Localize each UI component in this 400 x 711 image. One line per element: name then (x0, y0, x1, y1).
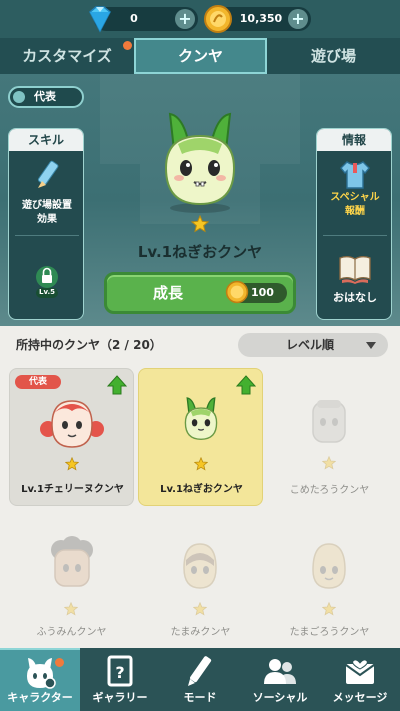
coin-icon (204, 5, 232, 33)
info-panel: 情報 スペシャル 報酬 おはなし (316, 128, 392, 320)
star-icon (64, 602, 78, 616)
representative-toggle[interactable]: 代表 (8, 86, 84, 108)
kunya-card-name: ふうみんクンヤ (36, 627, 107, 638)
special-reward[interactable]: スペシャル 報酬 (317, 191, 391, 219)
bottom-navigation: キャラクター ? ギャラリー モード ソーシャル メッセージ (0, 648, 400, 711)
nav-gallery-label: ギャラリー (92, 691, 148, 704)
skill-panel: スキル 遊び場設置 効果 Lv.5 (8, 128, 84, 320)
character-icon (27, 658, 56, 689)
kunya-card[interactable]: 代表 Lv.1チェリーヌクンヤ (9, 368, 134, 506)
skill-lock-level: Lv.5 (39, 288, 55, 296)
nav-message[interactable]: メッセージ (320, 648, 400, 711)
gallery-icon: ? (107, 655, 133, 687)
nav-mode-label: モード (183, 691, 217, 704)
special-reward-line1: スペシャル (330, 192, 380, 203)
divider (15, 235, 79, 236)
grow-cost-value: 100 (251, 286, 274, 299)
add-coins-button[interactable]: + (288, 9, 308, 29)
star-icon (191, 215, 209, 233)
kunya-card-name: Lv.1チェリーヌクンヤ (21, 484, 124, 495)
kunya-card-name: Lv.1ねぎおクンヤ (160, 484, 243, 495)
story-label: おはなし (333, 291, 377, 304)
nav-message-label: メッセージ (332, 691, 388, 704)
kunya-card-name: たまごろうクンヤ (289, 627, 370, 638)
skill-panel-title: スキル (9, 129, 83, 151)
nav-character[interactable]: キャラクター (0, 648, 80, 711)
level-up-arrow-icon (107, 375, 127, 395)
star-icon (322, 602, 336, 616)
sort-dropdown[interactable]: レベル順 (238, 333, 388, 357)
divider (323, 235, 387, 236)
list-title: 所持中のクンヤ（2 / 20） (16, 338, 162, 352)
tab-kunya-label: クンヤ (177, 47, 223, 65)
nav-mode[interactable]: モード (160, 648, 240, 711)
grow-button[interactable]: 成長 100 (104, 272, 296, 314)
nav-social-label: ソーシャル (252, 691, 308, 704)
list-header: 所持中のクンヤ（2 / 20） レベル順 (0, 326, 400, 364)
kunya-card-locked[interactable]: たまごろうクンヤ (267, 510, 392, 648)
star-icon (65, 457, 79, 471)
nav-character-label: キャラクター (7, 691, 73, 704)
pen-icon (188, 656, 212, 686)
currency-bar: 0 + 10,350 + (0, 0, 400, 38)
notification-dot (55, 658, 64, 667)
level-up-arrow-icon (236, 375, 256, 395)
fuumin-kunya-silhouette (51, 536, 93, 587)
svg-text:?: ? (115, 663, 124, 682)
tamami-kunya-silhouette (183, 543, 217, 589)
chevron-down-icon (366, 342, 376, 349)
kometarou-kunya-silhouette (312, 400, 346, 443)
top-tabs: カスタマイズ クンヤ 遊び場 (0, 38, 400, 74)
sort-dropdown-value: レベル順 (286, 338, 335, 352)
grow-button-label: 成長 (153, 284, 184, 302)
skill-label-line2: 効果 (37, 214, 57, 225)
star-icon (193, 602, 207, 616)
star-icon (322, 456, 336, 470)
cherrine-kunya-character (40, 400, 104, 448)
tab-customize-label: カスタマイズ (22, 47, 112, 65)
nav-social[interactable]: ソーシャル (240, 648, 320, 711)
info-panel-title: 情報 (317, 129, 391, 151)
mail-icon (345, 659, 375, 684)
story-button[interactable]: おはなし (317, 291, 391, 305)
kunya-card-selected[interactable]: Lv.1ねぎおクンヤ (138, 368, 263, 506)
skill-label-line1: 遊び場設置 (22, 200, 72, 211)
kunya-card-locked[interactable]: ふうみんクンヤ (9, 510, 134, 648)
shirt-icon (340, 161, 370, 189)
kunya-card-name: こめたろうクンヤ (289, 485, 370, 496)
owned-kunya-list: 所持中のクンヤ（2 / 20） レベル順 代表 Lv.1チェリーヌクンヤ Lv.… (0, 326, 400, 648)
toggle-knob (13, 91, 25, 103)
negio-kunya-character[interactable] (152, 110, 248, 214)
notification-dot (123, 41, 132, 50)
kunya-card-locked[interactable]: こめたろうクンヤ (267, 368, 392, 506)
tab-playground-label: 遊び場 (310, 47, 356, 65)
add-gems-button[interactable]: + (175, 9, 195, 29)
character-showcase: 代表 スキル 遊び場設置 効果 Lv.5 情報 スペシャル 報酬 おはなし Lv… (0, 74, 400, 326)
kunya-card-name: たまみクンヤ (170, 627, 231, 638)
representative-toggle-label: 代表 (34, 90, 56, 103)
negio-kunya-character (184, 397, 218, 440)
grow-cost: 100 (225, 280, 287, 304)
character-name: Lv.1ねぎおクンヤ (137, 243, 263, 261)
representative-badge: 代表 (15, 375, 61, 389)
tab-playground[interactable]: 遊び場 (267, 38, 400, 74)
tab-customize[interactable]: カスタマイズ (0, 38, 134, 74)
tamagorou-kunya-silhouette (312, 543, 346, 589)
nav-gallery[interactable]: ? ギャラリー (80, 648, 160, 711)
tab-kunya[interactable]: クンヤ (134, 38, 267, 74)
coin-icon (225, 280, 249, 304)
kunya-card-locked[interactable]: たまみクンヤ (138, 510, 263, 648)
pencil-icon (37, 160, 59, 188)
diamond-icon (89, 6, 111, 33)
star-icon (194, 457, 208, 471)
social-icon (264, 659, 296, 684)
special-reward-line2: 報酬 (345, 206, 365, 217)
skill-playground-effect[interactable]: 遊び場設置 効果 (9, 199, 83, 227)
